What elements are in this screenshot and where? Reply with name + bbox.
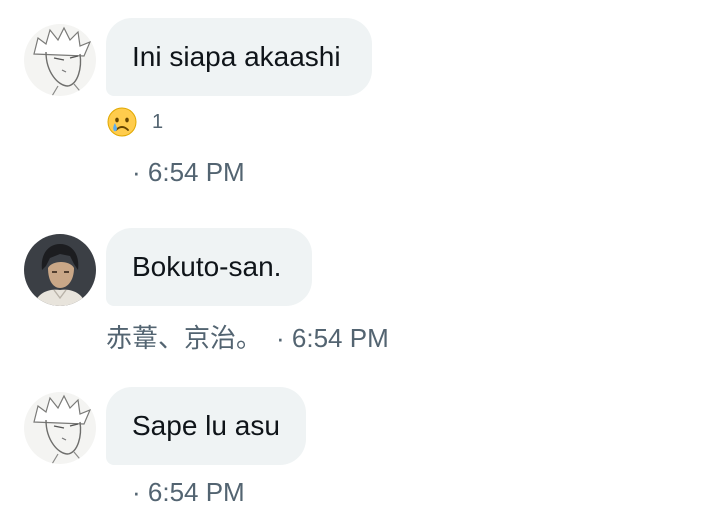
message-bubble[interactable]: Sape lu asu xyxy=(106,387,306,465)
message-reaction[interactable]: 1 xyxy=(106,106,163,138)
message-text: Bokuto-san. xyxy=(132,251,282,282)
avatar-akaashi[interactable] xyxy=(24,234,96,306)
message-timestamp: · 6:54 PM xyxy=(276,323,389,353)
message-timestamp: · 6:54 PM xyxy=(132,157,245,187)
message-sender-and-timestamp: 赤葦、京治。 · 6:54 PM xyxy=(106,318,389,355)
sender-name[interactable]: 赤葦、京治。 xyxy=(106,323,262,353)
message-bubble[interactable]: Bokuto-san. xyxy=(106,228,312,306)
message-text: Sape lu asu xyxy=(132,410,280,441)
message-text: Ini siapa akaashi xyxy=(132,41,341,72)
crying-face-emoji-icon xyxy=(106,106,138,138)
avatar-bokuto[interactable] xyxy=(24,24,96,96)
message-timestamp: · 6:54 PM xyxy=(132,477,245,507)
reaction-count: 1 xyxy=(152,110,164,133)
avatar-bokuto[interactable] xyxy=(24,392,96,464)
message-bubble[interactable]: Ini siapa akaashi xyxy=(106,18,372,96)
